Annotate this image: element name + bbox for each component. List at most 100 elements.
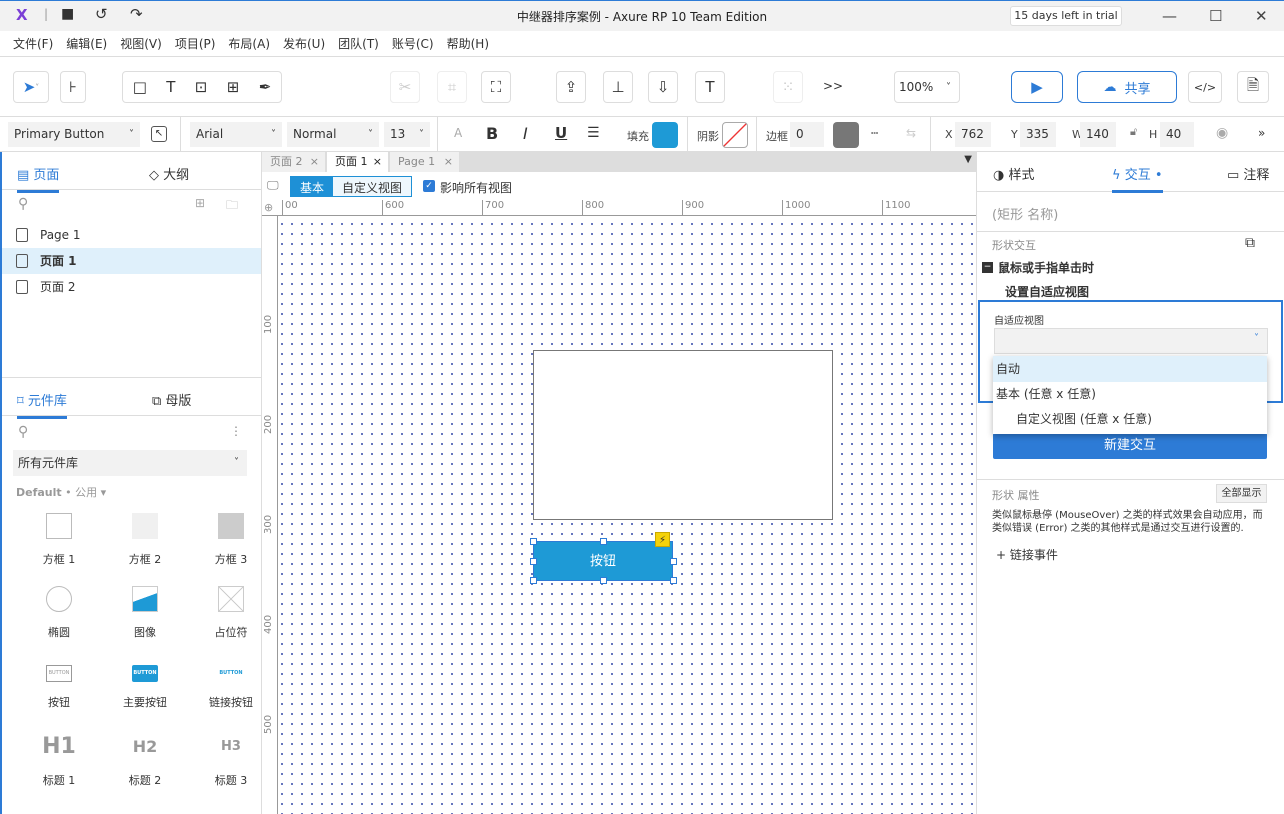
group-sub[interactable]: 公用	[75, 486, 97, 499]
select-tool-icon[interactable]: ➤ ˅	[13, 71, 49, 103]
affect-all-checkbox[interactable]: ✓	[423, 180, 435, 192]
share-button[interactable]: ☁ 共享	[1077, 71, 1177, 103]
adaptive-view-select[interactable]: ˅	[994, 328, 1268, 354]
option-auto[interactable]: 自动	[993, 356, 1267, 382]
close-icon[interactable]: ✕	[1255, 7, 1268, 25]
primary-button-widget[interactable]: 按钮	[533, 541, 673, 581]
resize-handle[interactable]	[530, 577, 537, 584]
add-page-icon[interactable]: ⊞	[195, 196, 205, 210]
underline-icon[interactable]: U	[555, 124, 567, 142]
tab-masters[interactable]: ⧉ 母版	[152, 390, 191, 409]
widget-item[interactable]: 椭圆	[16, 586, 102, 640]
arrow-style-icon[interactable]: ⇆	[906, 126, 916, 140]
tab-notes[interactable]: ▭ 注释	[1227, 164, 1269, 183]
rectangle-widget[interactable]	[533, 350, 833, 520]
page-item[interactable]: Page 1	[2, 222, 261, 248]
menu-view[interactable]: 视图(V)	[120, 35, 162, 52]
tab-outline[interactable]: ◇ 大纲	[149, 164, 189, 183]
action-label[interactable]: 设置自适应视图	[1005, 283, 1089, 300]
pen-tool-icon[interactable]: ✒	[259, 78, 272, 96]
menu-file[interactable]: 文件(F)	[13, 35, 53, 52]
table-tool-icon[interactable]: ⊞	[227, 78, 240, 96]
collapse-icon[interactable]: −	[982, 262, 993, 273]
italic-icon[interactable]: I	[523, 124, 528, 143]
textfield-tool-icon[interactable]: ⊡	[195, 78, 208, 96]
maximize-icon[interactable]: ☐	[1209, 7, 1222, 25]
resize-handle[interactable]	[600, 577, 607, 584]
bold-icon[interactable]: B	[486, 124, 498, 143]
fill-color-swatch[interactable]	[652, 122, 678, 148]
border-style-icon[interactable]: ┅	[871, 126, 878, 140]
bring-front-icon[interactable]: ⊥	[603, 71, 633, 103]
size-select[interactable]: 13 ˅	[384, 122, 430, 147]
menu-account[interactable]: 账号(C)	[392, 35, 434, 52]
style-select[interactable]: Primary Button ˅	[8, 122, 140, 147]
menu-edit[interactable]: 编辑(E)	[66, 35, 107, 52]
y-input[interactable]: 335	[1020, 122, 1056, 147]
search-icon[interactable]: ⚲	[18, 196, 28, 212]
crop-icon[interactable]: ⌗	[437, 71, 467, 103]
tab-interactions[interactable]: ϟ 交互 •	[1112, 164, 1163, 193]
cut-icon[interactable]: ✂	[390, 71, 420, 103]
close-tab-icon[interactable]: ×	[373, 152, 382, 172]
transform-icon[interactable]: ⛶	[481, 71, 511, 103]
font-select[interactable]: Arial ˅	[190, 122, 282, 147]
trial-badge[interactable]: 15 days left in trial	[1010, 6, 1122, 26]
link-event-button[interactable]: + 链接事件	[996, 546, 1058, 563]
event-label[interactable]: 鼠标或手指单击时	[998, 259, 1094, 276]
interaction-lightning-icon[interactable]: ⚡	[655, 532, 670, 547]
style-editor-icon[interactable]: ↖	[151, 126, 167, 142]
tab-style[interactable]: ◑ 样式	[993, 164, 1035, 183]
x-input[interactable]: 762	[955, 122, 991, 147]
widget-item[interactable]: 方框 1	[16, 513, 102, 567]
add-folder-icon[interactable]: 🗀	[226, 196, 238, 217]
close-tab-icon[interactable]: ×	[310, 152, 319, 172]
tab-page1-en[interactable]: Page 1 ×	[390, 152, 460, 172]
tab-page2[interactable]: 页面 2 ×	[262, 152, 326, 172]
resize-handle[interactable]	[530, 538, 537, 545]
option-custom[interactable]: 自定义视图 (任意 x 任意)	[993, 407, 1267, 432]
menu-arrange[interactable]: 布局(A)	[228, 35, 270, 52]
more-tools-button[interactable]: >>	[823, 79, 843, 93]
weight-select[interactable]: Normal ˅	[287, 122, 379, 147]
widget-item[interactable]: BUTTON 主要按钮	[102, 660, 188, 710]
text-tool-icon[interactable]: T	[166, 78, 175, 96]
more-format-icon[interactable]: »	[1258, 126, 1265, 140]
resize-handle[interactable]	[670, 577, 677, 584]
resize-handle[interactable]	[530, 558, 537, 565]
resize-handle[interactable]	[600, 538, 607, 545]
minimize-icon[interactable]: —	[1162, 7, 1177, 25]
code-icon[interactable]: </>	[1188, 71, 1222, 103]
w-input[interactable]: 140	[1080, 122, 1116, 147]
menu-publish[interactable]: 发布(U)	[283, 35, 325, 52]
send-backward-icon[interactable]: ⇩	[648, 71, 678, 103]
lock-icon[interactable]: 🔓︎	[1130, 125, 1137, 139]
visibility-icon[interactable]: ◉	[1216, 125, 1228, 141]
view-base[interactable]: 基本	[291, 177, 334, 196]
tab-page1-active[interactable]: 页面 1 ×	[327, 152, 389, 172]
devices-icon[interactable]: 🖵	[267, 178, 279, 193]
menu-help[interactable]: 帮助(H)	[447, 35, 489, 52]
close-tab-icon[interactable]: ×	[444, 152, 453, 172]
search-icon[interactable]: ⚲	[18, 424, 28, 440]
list-icon[interactable]: ☰	[587, 125, 600, 141]
menu-team[interactable]: 团队(T)	[338, 35, 379, 52]
tab-library[interactable]: ⌑ 元件库	[17, 390, 67, 419]
send-back-icon[interactable]: T	[695, 71, 725, 103]
page-item-selected[interactable]: 页面 1	[2, 248, 261, 274]
view-custom[interactable]: 自定义视图	[333, 177, 412, 196]
shape-name-input[interactable]: (矩形 名称)	[992, 204, 1058, 223]
tab-pages[interactable]: ▤ 页面	[17, 164, 60, 193]
h-input[interactable]: 40	[1160, 122, 1194, 147]
more-options-icon[interactable]: ⋮	[230, 424, 242, 438]
bring-forward-icon[interactable]: ⇪	[556, 71, 586, 103]
widget-item[interactable]: BUTTON 按钮	[16, 660, 102, 710]
new-interaction-button[interactable]: 新建交互	[993, 433, 1267, 459]
widget-item[interactable]: H1 标题 1	[16, 734, 102, 788]
resize-handle[interactable]	[670, 558, 677, 565]
open-external-icon[interactable]: ⧉	[1245, 235, 1255, 251]
widget-item[interactable]: H2 标题 2	[102, 734, 188, 788]
widget-item[interactable]: 图像	[102, 586, 188, 640]
shadow-swatch[interactable]	[722, 122, 748, 148]
border-color-swatch[interactable]	[833, 122, 859, 148]
